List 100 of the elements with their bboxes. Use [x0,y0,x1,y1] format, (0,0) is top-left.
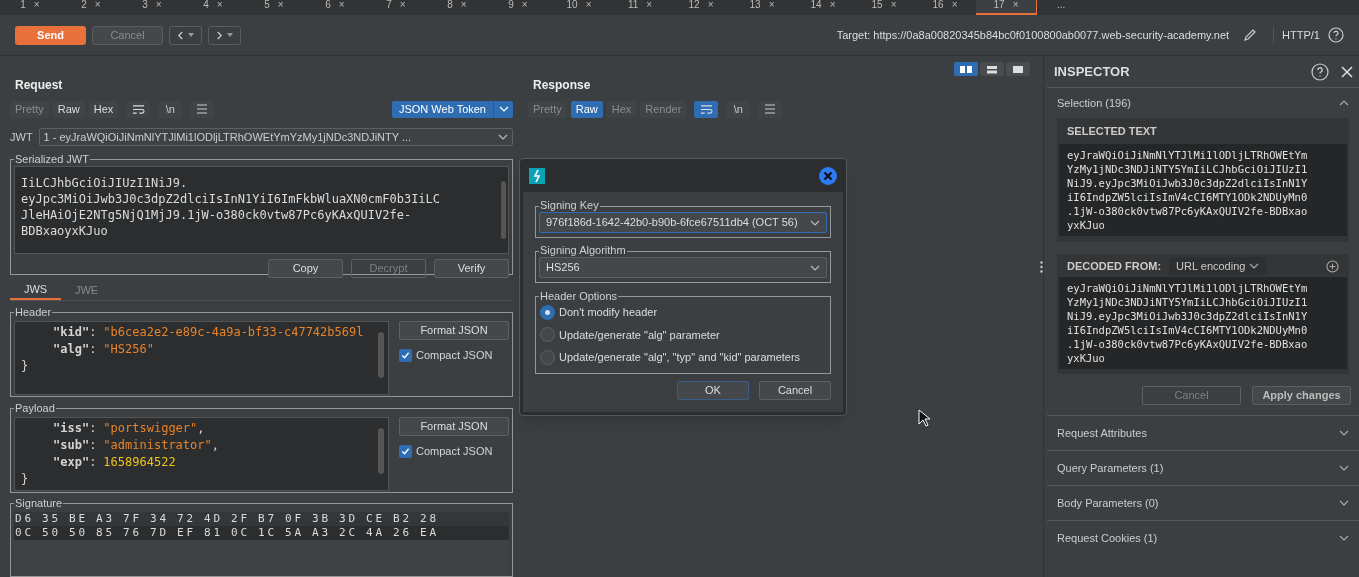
tab[interactable]: 3 × [122,0,183,15]
tab[interactable]: 9 × [488,0,549,15]
panel-title: Request [14,77,64,94]
next-icon [216,29,223,41]
tab[interactable]: 17 × [976,0,1037,15]
tab[interactable]: 13 × [732,0,793,15]
action-button[interactable]: Copy [268,259,343,278]
forward-button[interactable] [208,25,241,45]
select-field[interactable]: 976f186d-1642-42b0-b90b-6fce67511db4 (OCT 56) [539,212,827,233]
more-tabs[interactable]: ... [1037,0,1086,15]
menu-button[interactable] [190,100,215,118]
tab[interactable]: 12 × [671,0,732,15]
radio-button[interactable] [540,304,555,320]
radio-button[interactable] [540,327,555,343]
chevron-icon [1339,430,1349,436]
code-editor[interactable]: "kid": "b6cea2e2-e89c-4a9a-bf33-c47742b569l "alg": "HS256" } [14,321,389,395]
chevron-icon [810,219,820,226]
close-icon[interactable] [1341,65,1353,78]
wrap-button[interactable] [694,100,719,118]
accordion-row[interactable]: Body Parameters (0) [1047,485,1359,520]
tab[interactable]: 6 × [305,0,366,15]
select-field[interactable]: HS256 [539,257,827,278]
layout-toggle[interactable] [1006,62,1030,76]
code-editor[interactable]: "iss": "portswigger", "sub": "administrator", "exp": 1658964522 } [14,417,389,491]
extension-tab[interactable]: JSON Web Token [391,100,493,118]
layout-toggle[interactable] [980,62,1004,76]
tab[interactable]: 1 × [0,0,61,15]
view-tab[interactable]: Raw [52,100,85,118]
jwt-select[interactable]: 1 - eyJraWQiOiJiNmNlYTJlMi1lODljLTRhOWEtYmYzMy1jNDc3NDJiNTY ... [38,128,513,146]
chevron-icon [810,264,820,271]
cursor-icon [918,409,930,427]
scrollbar[interactable] [378,428,384,474]
tab[interactable]: 15 × [854,0,915,15]
check-icon [401,350,410,360]
cancel-button[interactable]: Cancel [759,381,831,400]
lightning-icon [529,167,545,184]
rows-icon [985,63,999,75]
hex-row: 0C 50 50 85 76 7D EF 81 0C 1C 5A A3 2C 4A 26 EA [14,526,509,540]
option-label: Update/generate "alg", "typ" and "kid" parameters [559,350,801,365]
encoding-dropdown[interactable]: URL encoding [1169,257,1267,275]
drag-handle-icon[interactable] [1040,260,1043,273]
tab[interactable]: 4 × [183,0,244,15]
checkbox[interactable] [399,348,412,362]
chevron-icon [1339,535,1349,541]
accordion-row[interactable]: Request Cookies (1) [1047,520,1359,555]
accordion-row[interactable]: Request Attributes [1047,415,1359,450]
tab[interactable]: 14 × [793,0,854,15]
inspector-title: INSPECTOR [1054,62,1131,81]
code-line: } [21,358,29,375]
chevron-icon [498,106,509,112]
scrollbar[interactable] [501,181,506,239]
group-label: Header [14,305,53,319]
help-icon[interactable] [1311,62,1329,81]
radio-button[interactable] [540,349,555,365]
protocol-label[interactable]: HTTP/1 [1273,26,1320,44]
checkbox-label: Compact JSON [416,348,493,363]
format-json-button[interactable]: Format JSON [399,321,509,340]
wrap-button[interactable] [126,100,151,118]
tab[interactable]: 10 × [549,0,610,15]
group-label: Signing Key [539,198,600,212]
checkbox[interactable] [399,444,412,458]
tab[interactable]: 5 × [244,0,305,15]
text-block: eyJraWQiOiJiNmNlYTJlMi1lODljLTRhOWEtYm YzMy1jNDc3NDJiNTY5YmIiLCJhbGciOiJIUzI1 NiJ9.eyJpc3MiOiJwb3J0c3dpZ2dlciIsInN1Y iI6IndpZW5lciIsImV4cCI6MTY1ODk2NDUyMn0 .1jW-o380ck0vtw87Pc6yKAxQUIV2fe-BDBxao yxKJuo [1059,277,1347,369]
group-label: Signature [14,496,64,510]
check-icon [401,446,410,456]
selection-header[interactable]: Selection (196) [1047,88,1359,118]
checkbox-label: Compact JSON [416,444,493,459]
format-json-button[interactable]: Format JSON [399,417,509,436]
newline-button[interactable]: \n [158,100,183,118]
edit-icon[interactable] [1243,28,1258,42]
tab[interactable]: 11 × [610,0,671,15]
group-label: Signing Algorithm [539,243,627,257]
help-icon[interactable] [1328,27,1344,43]
add-icon[interactable] [1326,259,1339,273]
ok-button[interactable]: OK [677,381,749,400]
newline-button[interactable]: \n [726,100,751,118]
accordion-row[interactable]: Query Parameters (1) [1047,450,1359,485]
group-label: Payload [14,401,56,415]
menu-icon [764,104,777,114]
action-button[interactable]: Verify [434,259,509,278]
dropdown-button[interactable] [493,100,513,118]
view-tab[interactable]: Raw [570,100,603,118]
view-tab[interactable]: Hex [88,100,119,118]
close-icon[interactable] [819,166,837,185]
code-line: "alg": "HS256" [52,341,155,358]
apply-changes-button[interactable]: Apply changes [1252,386,1351,405]
chevron-icon [1339,100,1349,106]
scrollbar[interactable] [378,332,384,378]
layout-toggle[interactable] [954,62,978,76]
chevron-icon [1249,263,1260,269]
menu-button[interactable] [758,100,783,118]
tab[interactable]: 8 × [427,0,488,15]
tab[interactable]: 7 × [366,0,427,15]
panel-icon [1011,63,1025,75]
tab[interactable]: JWS [10,281,61,300]
back-button[interactable] [169,25,202,45]
card-title: SELECTED TEXT [1067,123,1157,139]
tab[interactable]: 16 × [915,0,976,15]
jwt-textarea[interactable]: IiLCJhbGciOiJIUzI1NiJ9. eyJpc3MiOiJwb3J0c3dpZ2dlciIsInN1YiI6ImFkbWluaXN0cmF0b3IiLC JleHAiOjE2NTg5NjQ1MjJ9.1jW-o380ck0vtw87Pc6yKAxQUIV2fe- BDBxaoyxKJuo [14,166,509,254]
tab[interactable]: 2 × [61,0,122,15]
